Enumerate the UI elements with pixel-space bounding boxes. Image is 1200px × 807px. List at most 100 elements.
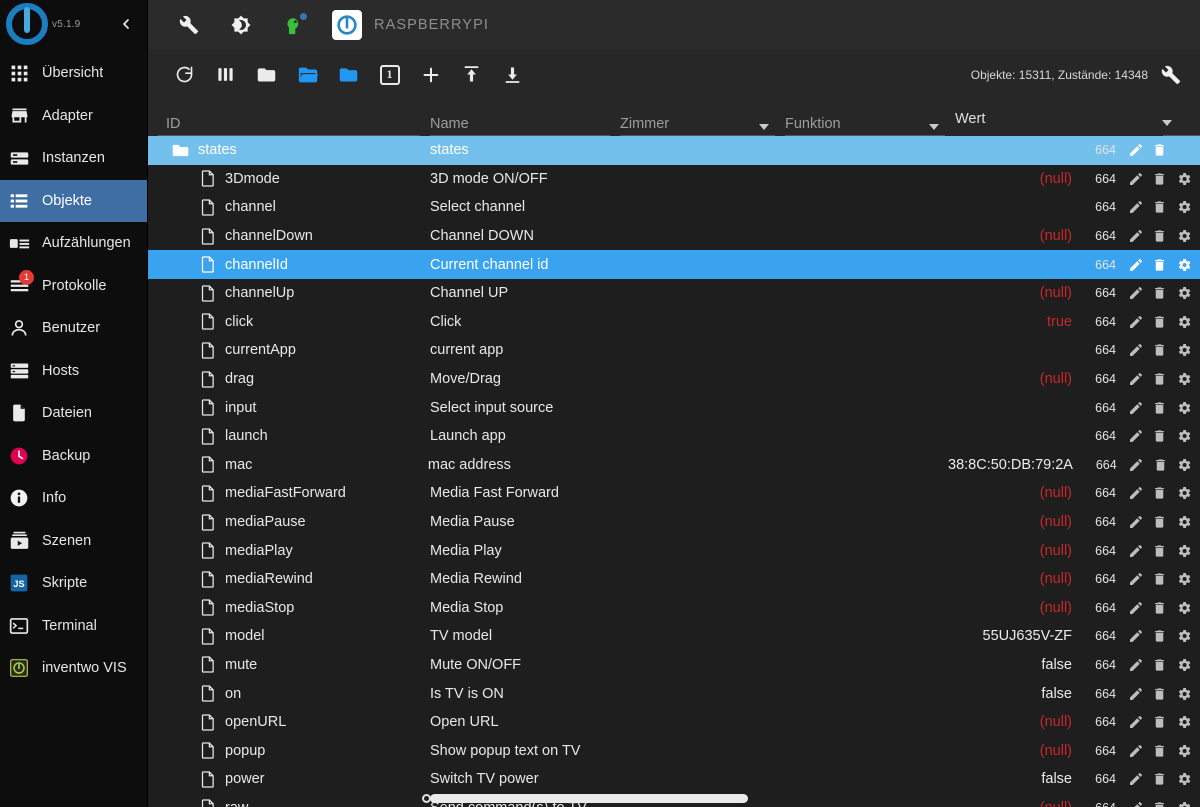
cell-value[interactable]: (null): [955, 800, 1084, 807]
settings-icon[interactable]: [1175, 285, 1192, 302]
table-row[interactable]: states states 664: [148, 136, 1200, 165]
expand-level-badge[interactable]: 1: [369, 54, 410, 95]
edit-icon[interactable]: [1127, 428, 1144, 445]
cell-acl[interactable]: 664: [1084, 372, 1122, 386]
cell-acl[interactable]: 664: [1084, 715, 1122, 729]
settings-icon[interactable]: [1175, 342, 1192, 359]
table-row[interactable]: mediaFastForward Media Fast Forward (null)…: [148, 479, 1200, 508]
objects-table-body[interactable]: states states 664 3Dmode 3D mode ON/OFF (null…: [148, 136, 1200, 807]
edit-icon[interactable]: [1127, 685, 1144, 702]
sidebar-item-szenen[interactable]: Szenen: [0, 520, 147, 563]
settings-icon[interactable]: [1175, 628, 1192, 645]
table-row[interactable]: mediaPlay Media Play (null) 664: [148, 536, 1200, 565]
cell-id[interactable]: channelId: [158, 256, 430, 273]
cell-value[interactable]: (null): [955, 600, 1084, 616]
settings-icon[interactable]: [1175, 371, 1192, 388]
delete-icon[interactable]: [1151, 685, 1168, 702]
cell-id[interactable]: input: [158, 399, 430, 416]
delete-icon[interactable]: [1151, 256, 1168, 273]
cell-acl[interactable]: 664: [1084, 772, 1122, 786]
cell-acl[interactable]: 664: [1084, 143, 1122, 157]
edit-icon[interactable]: [1127, 285, 1144, 302]
table-row[interactable]: popup Show popup text on TV (null) 664: [148, 736, 1200, 765]
folder-open-icon[interactable]: [287, 54, 328, 95]
edit-icon[interactable]: [1127, 571, 1144, 588]
folder-filled-icon[interactable]: [328, 54, 369, 95]
edit-icon[interactable]: [1127, 228, 1144, 245]
table-row[interactable]: channel Select channel 664: [148, 193, 1200, 222]
sidebar-item-inventwo-vis[interactable]: inventwo VIS: [0, 647, 147, 690]
edit-icon[interactable]: [1127, 599, 1144, 616]
folder-closed-icon[interactable]: [246, 54, 287, 95]
table-row[interactable]: openURL Open URL (null) 664: [148, 708, 1200, 737]
cell-id[interactable]: openURL: [158, 714, 430, 731]
settings-icon[interactable]: [1175, 199, 1192, 216]
delete-icon[interactable]: [1151, 285, 1168, 302]
settings-icon[interactable]: [1175, 514, 1192, 531]
cell-value[interactable]: (null): [955, 571, 1084, 587]
cell-acl[interactable]: 664: [1084, 572, 1122, 586]
cell-id[interactable]: launch: [158, 428, 430, 445]
edit-icon[interactable]: [1128, 456, 1145, 473]
cell-id[interactable]: mediaPlay: [158, 542, 430, 559]
cell-value[interactable]: false: [955, 686, 1084, 702]
cell-acl[interactable]: 664: [1084, 801, 1122, 807]
cell-acl[interactable]: 664: [1084, 401, 1122, 415]
column-header-id[interactable]: ID: [158, 116, 430, 136]
horizontal-scrollbar[interactable]: [422, 794, 896, 803]
delete-icon[interactable]: [1151, 170, 1168, 187]
cell-acl[interactable]: 664: [1084, 286, 1122, 300]
edit-icon[interactable]: [1127, 656, 1144, 673]
sidebar-item-dateien[interactable]: Dateien: [0, 392, 147, 435]
table-row[interactable]: channelId Current channel id 664: [148, 250, 1200, 279]
settings-icon[interactable]: [1175, 228, 1192, 245]
download-icon[interactable]: [492, 54, 533, 95]
table-row[interactable]: mac mac address 38:8C:50:DB:79:2A 664: [148, 451, 1200, 480]
cell-value[interactable]: (null): [955, 743, 1084, 759]
cell-id[interactable]: mediaStop: [158, 599, 430, 616]
cell-id[interactable]: model: [158, 628, 430, 645]
cell-value[interactable]: (null): [955, 543, 1084, 559]
cell-id[interactable]: mac: [158, 456, 428, 473]
sidebar-item-adapter[interactable]: Adapter: [0, 95, 147, 138]
cell-acl[interactable]: 664: [1084, 629, 1122, 643]
delete-icon[interactable]: [1152, 456, 1169, 473]
settings-icon[interactable]: [1175, 313, 1192, 330]
settings-icon[interactable]: [1175, 685, 1192, 702]
table-row[interactable]: launch Launch app 664: [148, 422, 1200, 451]
cell-id[interactable]: currentApp: [158, 342, 430, 359]
table-row[interactable]: channelDown Channel DOWN (null) 664: [148, 222, 1200, 251]
chevron-down-icon[interactable]: [759, 124, 769, 130]
sidebar-item-aufz-hlungen[interactable]: Aufzählungen: [0, 222, 147, 265]
edit-icon[interactable]: [1127, 199, 1144, 216]
delete-icon[interactable]: [1151, 714, 1168, 731]
cell-id[interactable]: popup: [158, 742, 430, 759]
edit-icon[interactable]: [1127, 142, 1144, 159]
cell-id[interactable]: on: [158, 685, 430, 702]
cell-id[interactable]: mediaFastForward: [158, 485, 430, 502]
cell-id[interactable]: 3Dmode: [158, 170, 430, 188]
cell-acl[interactable]: 664: [1084, 429, 1122, 443]
cell-id[interactable]: mute: [158, 656, 430, 674]
edit-icon[interactable]: [1127, 799, 1144, 807]
settings-icon[interactable]: [1175, 799, 1192, 807]
cell-acl[interactable]: 664: [1084, 601, 1122, 615]
settings-icon[interactable]: [1175, 542, 1192, 559]
table-row[interactable]: mute Mute ON/OFF false 664: [148, 651, 1200, 680]
cell-acl[interactable]: 664: [1084, 315, 1122, 329]
cell-value[interactable]: false: [955, 771, 1084, 787]
edit-icon[interactable]: [1127, 256, 1144, 273]
cell-acl[interactable]: 664: [1084, 544, 1122, 558]
delete-icon[interactable]: [1151, 399, 1168, 416]
sidebar-item-hosts[interactable]: Hosts: [0, 350, 147, 393]
cell-value[interactable]: (null): [955, 485, 1084, 501]
cell-value[interactable]: 55UJ635V-ZF: [955, 628, 1084, 644]
cell-value[interactable]: (null): [955, 171, 1084, 187]
delete-icon[interactable]: [1151, 514, 1168, 531]
chevron-down-icon[interactable]: [1162, 120, 1172, 126]
table-row[interactable]: drag Move/Drag (null) 664: [148, 365, 1200, 394]
edit-icon[interactable]: [1127, 714, 1144, 731]
columns-icon[interactable]: [205, 54, 246, 95]
scrollbar-thumb[interactable]: [430, 794, 748, 803]
cell-id[interactable]: channel: [158, 199, 430, 216]
